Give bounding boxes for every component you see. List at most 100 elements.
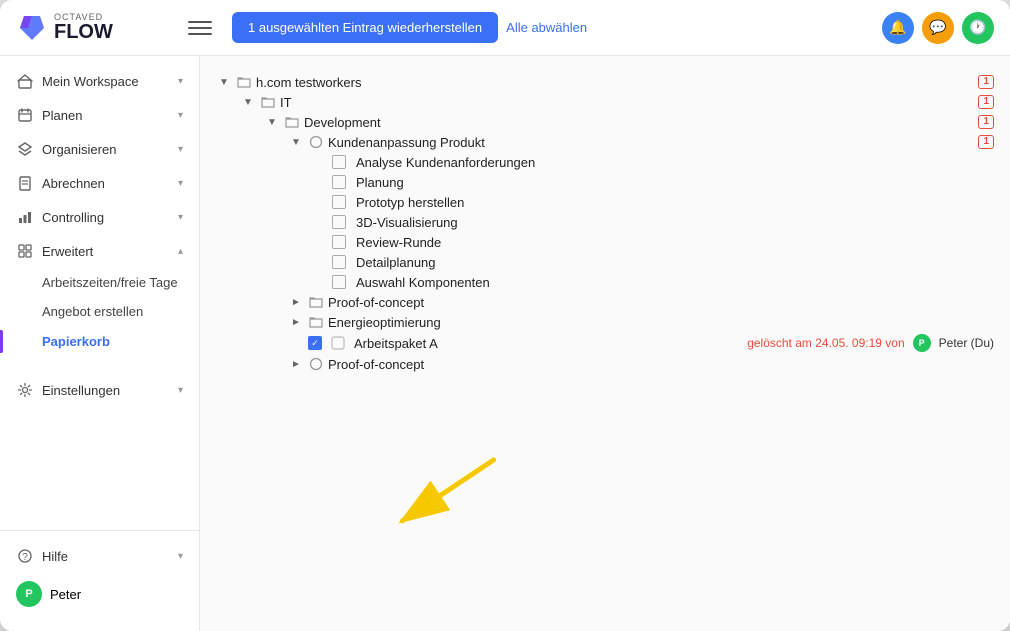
logo-flow-text: FLOW	[54, 22, 113, 42]
chat-icon-button[interactable]: 💬	[922, 12, 954, 44]
svg-text:?: ?	[22, 552, 28, 563]
tree-row: Analyse Kundenanforderungen	[216, 152, 994, 172]
sidebar-sub-label-arbeitszeiten: Arbeitszeiten/freie Tage	[42, 275, 178, 290]
restore-button[interactable]: 1 ausgewählten Eintrag wiederherstellen	[232, 12, 498, 43]
tree-row: ▼ Development 1	[216, 112, 994, 132]
sidebar-item-erweitert[interactable]: Erweitert ▴	[0, 234, 199, 268]
sidebar: Mein Workspace ▾ Planen ▾ Organisieren ▾	[0, 56, 200, 631]
file-tree: ▼ h.com testworkers 1 ▼ IT 1	[216, 72, 994, 374]
deselect-link[interactable]: Alle abwählen	[506, 20, 587, 35]
checkbox-icon[interactable]	[332, 235, 346, 249]
layers-icon	[16, 140, 34, 158]
tree-row: ▼ IT 1	[216, 92, 994, 112]
sidebar-label-mein-workspace: Mein Workspace	[42, 74, 170, 89]
tree-toggle[interactable]: ▼	[240, 94, 256, 110]
tree-toggle[interactable]: ▼	[216, 74, 232, 90]
tree-row: ► Proof-of-concept	[216, 354, 994, 374]
folder-icon	[308, 294, 324, 310]
tree-row: ▼ Kundenanpassung Produkt 1	[216, 132, 994, 152]
grid-icon	[16, 242, 34, 260]
folder-icon	[260, 94, 276, 110]
sidebar-item-abrechnen[interactable]: Abrechnen ▾	[0, 166, 199, 200]
tree-toggle[interactable]: ►	[288, 314, 304, 330]
tree-node-label: Arbeitspaket A	[354, 336, 740, 351]
topbar-icons: 🔔 💬 🕐	[882, 12, 994, 44]
tree-node-label: Detailplanung	[356, 255, 994, 270]
tree-node-label: Review-Runde	[356, 235, 994, 250]
tree-toggle[interactable]: ▼	[264, 114, 280, 130]
tree-badge: 1	[978, 75, 994, 89]
task-icon	[330, 335, 346, 351]
tree-node-label: Analyse Kundenanforderungen	[356, 155, 994, 170]
chevron-icon: ▾	[178, 144, 183, 155]
tree-row: Auswahl Komponenten	[216, 272, 994, 292]
receipt-icon	[16, 174, 34, 192]
tree-node-label: IT	[280, 95, 974, 110]
circle-icon	[308, 356, 324, 372]
tree-badge: 1	[978, 115, 994, 129]
chevron-icon: ▴	[178, 246, 183, 257]
chevron-icon: ▾	[178, 212, 183, 223]
help-icon: ?	[16, 547, 34, 565]
sidebar-item-controlling[interactable]: Controlling ▾	[0, 200, 199, 234]
sidebar-item-einstellungen[interactable]: Einstellungen ▾	[0, 373, 199, 407]
checkbox-icon[interactable]	[332, 255, 346, 269]
user-profile-item[interactable]: P Peter	[0, 573, 199, 615]
main-area: ▼ h.com testworkers 1 ▼ IT 1	[200, 56, 1010, 631]
circle-icon	[308, 134, 324, 150]
sidebar-sub-item-angebot[interactable]: Angebot erstellen	[0, 297, 199, 326]
sidebar-sub-item-arbeitszeiten[interactable]: Arbeitszeiten/freie Tage	[0, 268, 199, 297]
tree-node-label: Proof-of-concept	[328, 295, 994, 310]
chevron-icon: ▾	[178, 178, 183, 189]
topbar: OCTAVED FLOW 1 ausgewählten Eintrag wied…	[0, 0, 1010, 56]
folder-icon	[284, 114, 300, 130]
sidebar-label-erweitert: Erweitert	[42, 244, 170, 259]
tree-row: ► Energieoptimierung	[216, 312, 994, 332]
tree-toggle[interactable]: ►	[288, 294, 304, 310]
tree-row-arbeitspaket: ✓ Arbeitspaket A gelöscht am 24.05. 09:1…	[216, 332, 994, 354]
tree-toggle[interactable]: ▼	[288, 134, 304, 150]
checkbox-icon[interactable]	[332, 155, 346, 169]
tree-node-label: Prototyp herstellen	[356, 195, 994, 210]
chevron-icon: ▾	[178, 385, 183, 396]
sidebar-label-einstellungen: Einstellungen	[42, 383, 170, 398]
checkbox-icon[interactable]	[332, 275, 346, 289]
checkbox-icon[interactable]	[332, 195, 346, 209]
notification-icon-button[interactable]: 🔔	[882, 12, 914, 44]
user-avatar: P	[16, 581, 42, 607]
app-window: OCTAVED FLOW 1 ausgewählten Eintrag wied…	[0, 0, 1010, 631]
home-icon	[16, 72, 34, 90]
user-name-deleted: Peter (Du)	[939, 336, 994, 350]
tree-node-label: Auswahl Komponenten	[356, 275, 994, 290]
sidebar-item-planen[interactable]: Planen ▾	[0, 98, 199, 132]
tree-node-label: Energieoptimierung	[328, 315, 994, 330]
checkbox-checked-icon[interactable]: ✓	[308, 336, 322, 350]
sidebar-item-organisieren[interactable]: Organisieren ▾	[0, 132, 199, 166]
sidebar-bottom: ? Hilfe ▾ P Peter	[0, 530, 199, 623]
main-content: Mein Workspace ▾ Planen ▾ Organisieren ▾	[0, 56, 1010, 631]
sidebar-item-hilfe[interactable]: ? Hilfe ▾	[0, 539, 199, 573]
clock-icon-button[interactable]: 🕐	[962, 12, 994, 44]
checkbox-icon[interactable]	[332, 215, 346, 229]
chart-icon	[16, 208, 34, 226]
tree-node-label: h.com testworkers	[256, 75, 974, 90]
user-name-label: Peter	[50, 587, 81, 602]
sidebar-item-mein-workspace[interactable]: Mein Workspace ▾	[0, 64, 199, 98]
logo: OCTAVED FLOW	[16, 12, 176, 44]
tree-node-label: Kundenanpassung Produkt	[328, 135, 974, 150]
tree-badge: 1	[978, 95, 994, 109]
chevron-icon: ▾	[178, 551, 183, 562]
sidebar-label-papierkorb: Papierkorb	[42, 334, 183, 349]
folder-icon	[308, 314, 324, 330]
tree-badge: 1	[978, 135, 994, 149]
tree-row: ▼ h.com testworkers 1	[216, 72, 994, 92]
sidebar-item-papierkorb[interactable]: Papierkorb	[0, 326, 199, 357]
tree-toggle[interactable]: ►	[288, 356, 304, 372]
tree-node-label: Development	[304, 115, 974, 130]
checkbox-icon[interactable]	[332, 175, 346, 189]
menu-button[interactable]	[188, 16, 212, 40]
tree-node-label: Proof-of-concept	[328, 357, 994, 372]
sidebar-nav: Mein Workspace ▾ Planen ▾ Organisieren ▾	[0, 64, 199, 530]
tree-row: Prototyp herstellen	[216, 192, 994, 212]
tree-row: 3D-Visualisierung	[216, 212, 994, 232]
